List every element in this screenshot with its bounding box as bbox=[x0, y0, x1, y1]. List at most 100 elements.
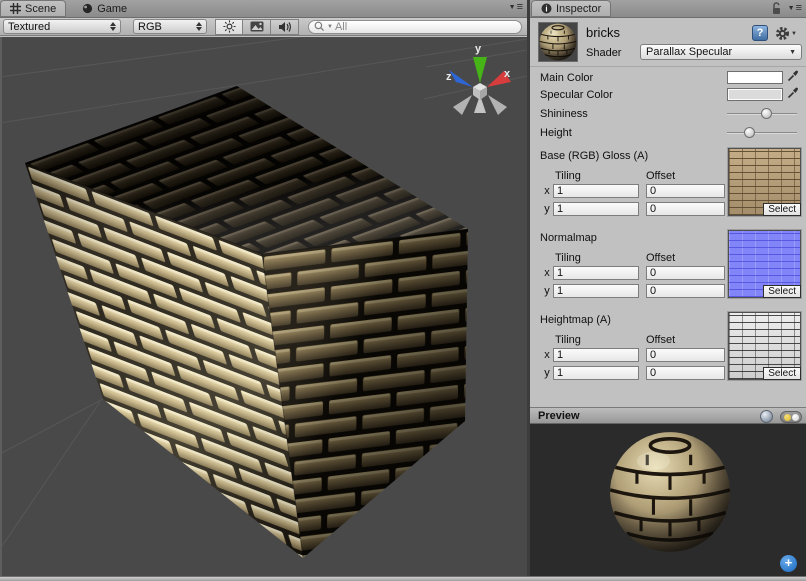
heightmap-tiling-x-field[interactable] bbox=[553, 348, 639, 362]
render-channel-dropdown[interactable]: RGB bbox=[133, 19, 207, 34]
render-effects-button[interactable] bbox=[243, 19, 271, 35]
updown-arrows-icon bbox=[196, 22, 202, 31]
info-icon: i bbox=[541, 3, 552, 14]
svg-text:i: i bbox=[545, 5, 547, 14]
unity-editor-window: Scene Game ▼≡ Textured RGB bbox=[0, 0, 806, 581]
material-name: bricks bbox=[586, 25, 620, 40]
slider-knob[interactable] bbox=[761, 108, 772, 119]
normalmap-tiling-x-field[interactable] bbox=[553, 266, 639, 280]
preview-lighting-toggle[interactable] bbox=[780, 411, 802, 423]
height-slider[interactable] bbox=[727, 127, 797, 139]
help-button[interactable]: ? bbox=[752, 25, 768, 41]
material-thumbnail[interactable] bbox=[538, 22, 578, 62]
base-tiling-x-field[interactable] bbox=[553, 184, 639, 198]
search-placeholder: All bbox=[335, 21, 347, 33]
heightmap-select-button[interactable]: Select bbox=[763, 367, 801, 380]
base-map-section: Base (RGB) Gloss (A) Tiling Offset x y S… bbox=[530, 148, 806, 228]
scene-view-toggles bbox=[215, 19, 299, 35]
light-on-dot-icon bbox=[784, 414, 791, 421]
tab-inspector[interactable]: i Inspector bbox=[531, 0, 611, 17]
scene-grid-icon bbox=[10, 3, 21, 14]
window-bottom-edge bbox=[0, 576, 806, 581]
eyedropper-icon[interactable] bbox=[787, 87, 799, 99]
tiling-header: Tiling bbox=[555, 252, 581, 264]
shader-label: Shader bbox=[586, 47, 621, 59]
scene-viewport[interactable]: y z x bbox=[0, 37, 527, 576]
updown-arrows-icon bbox=[110, 22, 116, 31]
tab-game-label: Game bbox=[97, 3, 127, 15]
settings-button[interactable]: ▼ bbox=[775, 26, 797, 41]
normalmap-tiling-y-field[interactable] bbox=[553, 284, 639, 298]
search-icon bbox=[314, 21, 325, 32]
heightmap-section: Heightmap (A) Tiling Offset x y Select bbox=[530, 312, 806, 392]
shininess-label: Shininess bbox=[540, 108, 588, 120]
heightmap-offset-y-field[interactable] bbox=[646, 366, 725, 380]
normalmap-texture-thumbnail[interactable]: Select bbox=[728, 230, 801, 298]
heightmap-offset-x-field[interactable] bbox=[646, 348, 725, 362]
main-color-swatch[interactable] bbox=[727, 71, 783, 84]
draw-mode-dropdown[interactable]: Textured bbox=[3, 19, 121, 34]
shader-dropdown[interactable]: Parallax Specular ▼ bbox=[640, 44, 802, 60]
shininess-slider[interactable] bbox=[727, 108, 797, 120]
preview-area[interactable]: + bbox=[530, 424, 806, 576]
heightmap-texture-thumbnail[interactable]: Select bbox=[728, 312, 801, 380]
tiling-header: Tiling bbox=[555, 334, 581, 346]
scene-3d-view: y z x bbox=[0, 37, 527, 576]
tab-game[interactable]: Game bbox=[72, 0, 137, 17]
add-button[interactable]: + bbox=[780, 555, 797, 572]
base-select-button[interactable]: Select bbox=[763, 203, 801, 216]
gizmo-x-label: x bbox=[504, 68, 511, 80]
scene-search-field[interactable]: ▼ All bbox=[308, 20, 522, 34]
base-texture-thumbnail[interactable]: Select bbox=[728, 148, 801, 216]
x-axis-label: x bbox=[544, 349, 550, 361]
heightmap-label: Heightmap (A) bbox=[540, 314, 611, 326]
normalmap-offset-x-field[interactable] bbox=[646, 266, 725, 280]
normalmap-select-button[interactable]: Select bbox=[763, 285, 801, 298]
specular-color-label: Specular Color bbox=[540, 89, 613, 101]
inspector-pane-menu-icon[interactable]: ▼≡ bbox=[788, 3, 802, 14]
scene-tabbar: Scene Game ▼≡ bbox=[0, 0, 527, 18]
game-icon bbox=[82, 3, 93, 14]
material-preview-sphere[interactable] bbox=[608, 430, 732, 554]
offset-header: Offset bbox=[646, 170, 675, 182]
main-color-label: Main Color bbox=[540, 72, 593, 84]
speaker-icon bbox=[278, 21, 292, 33]
gizmo-z-label: z bbox=[446, 71, 452, 83]
preview-header[interactable]: Preview bbox=[530, 407, 806, 424]
specular-color-swatch[interactable] bbox=[727, 88, 783, 101]
normalmap-section: Normalmap Tiling Offset x y Select bbox=[530, 230, 806, 310]
gear-dropdown-arrow-icon: ▼ bbox=[791, 31, 797, 37]
dropdown-arrow-icon: ▼ bbox=[789, 49, 796, 56]
light-off-dot-icon bbox=[792, 414, 799, 421]
base-tiling-y-field[interactable] bbox=[553, 202, 639, 216]
inspector-panel: i Inspector ▼≡ bricks Shader bbox=[530, 0, 806, 576]
preview-sphere-button[interactable] bbox=[760, 410, 773, 423]
scene-panel: Scene Game ▼≡ Textured RGB bbox=[0, 0, 527, 576]
normalmap-offset-y-field[interactable] bbox=[646, 284, 725, 298]
inspector-tabbar: i Inspector ▼≡ bbox=[530, 0, 806, 18]
lock-open-icon[interactable] bbox=[771, 2, 782, 15]
x-axis-label: x bbox=[544, 267, 550, 279]
image-icon bbox=[250, 21, 264, 32]
y-axis-label: y bbox=[544, 203, 550, 215]
y-axis-label: y bbox=[544, 367, 550, 379]
slider-knob[interactable] bbox=[744, 127, 755, 138]
slider-track[interactable] bbox=[727, 132, 797, 134]
base-offset-y-field[interactable] bbox=[646, 202, 725, 216]
render-channel-value: RGB bbox=[138, 21, 162, 33]
heightmap-tiling-y-field[interactable] bbox=[553, 366, 639, 380]
y-axis-label: y bbox=[544, 285, 550, 297]
eyedropper-icon[interactable] bbox=[787, 70, 799, 82]
lighting-toggle-button[interactable] bbox=[215, 19, 243, 35]
offset-header: Offset bbox=[646, 334, 675, 346]
draw-mode-value: Textured bbox=[8, 21, 50, 33]
scene-pane-menu-icon[interactable]: ▼≡ bbox=[509, 2, 523, 13]
base-offset-x-field[interactable] bbox=[646, 184, 725, 198]
shader-value: Parallax Specular bbox=[646, 46, 732, 58]
preview-title: Preview bbox=[538, 410, 580, 422]
tab-scene[interactable]: Scene bbox=[0, 0, 66, 17]
height-label: Height bbox=[540, 127, 572, 139]
sun-icon bbox=[223, 20, 236, 33]
audio-toggle-button[interactable] bbox=[271, 19, 299, 35]
normalmap-label: Normalmap bbox=[540, 232, 597, 244]
